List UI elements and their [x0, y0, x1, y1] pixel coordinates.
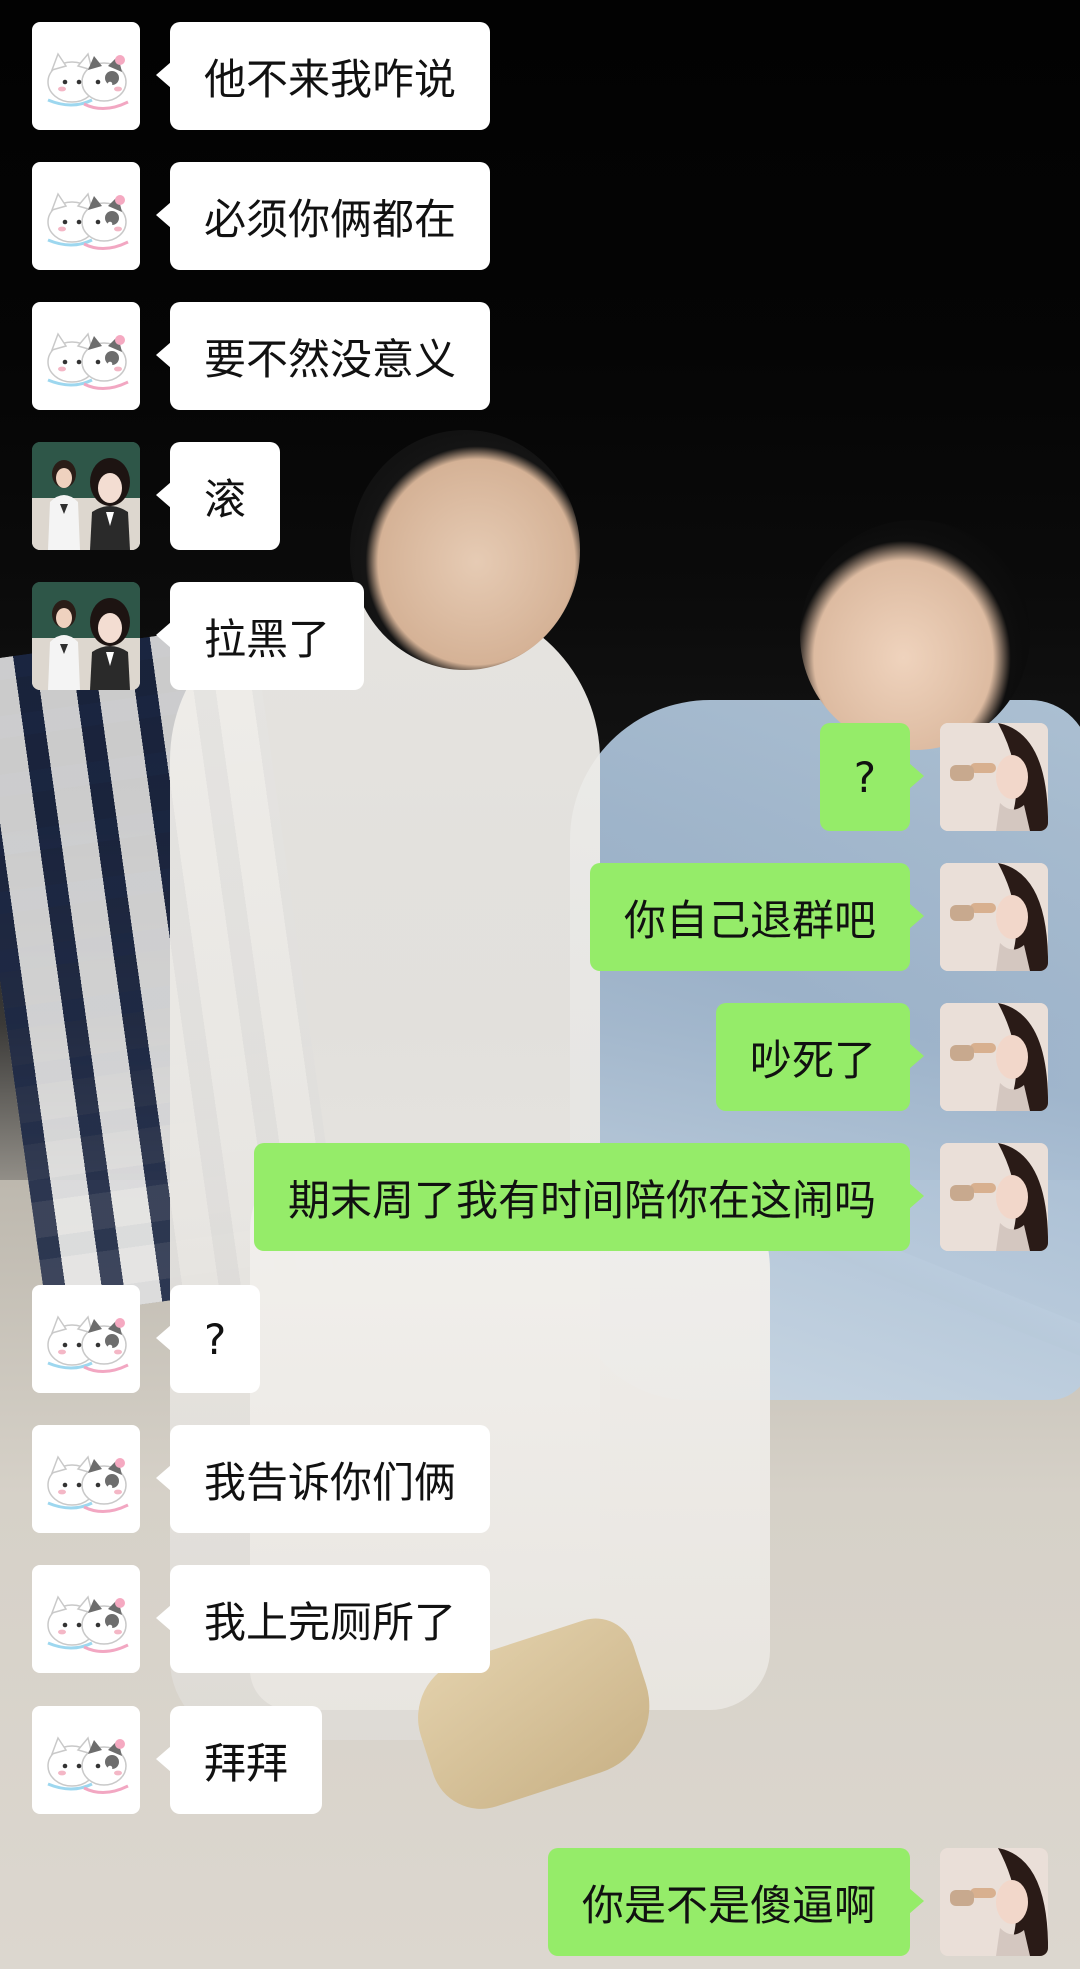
- message-row: 吵死了: [0, 1003, 1080, 1111]
- cat-sticker-avatar[interactable]: [32, 302, 140, 410]
- message-row: 要不然没意义: [0, 302, 1080, 410]
- message-row: 你自己退群吧: [0, 863, 1080, 971]
- self-avatar[interactable]: [940, 1848, 1048, 1956]
- message-row: 我上完厕所了: [0, 1565, 1080, 1673]
- two-girls-avatar[interactable]: [32, 582, 140, 690]
- cat-sticker-avatar[interactable]: [32, 1425, 140, 1533]
- incoming-message-bubble[interactable]: 必须你俩都在: [155, 162, 491, 270]
- self-avatar[interactable]: [940, 1003, 1048, 1111]
- cat-sticker-avatar[interactable]: [32, 1285, 140, 1393]
- incoming-message-bubble[interactable]: 滚: [155, 442, 281, 550]
- self-avatar[interactable]: [940, 863, 1048, 971]
- message-row: 必须你俩都在: [0, 162, 1080, 270]
- outgoing-message-bubble[interactable]: 你自己退群吧: [589, 863, 925, 971]
- self-avatar[interactable]: [940, 1143, 1048, 1251]
- message-row: 我告诉你们俩: [0, 1425, 1080, 1533]
- message-row: 拉黑了: [0, 582, 1080, 690]
- message-row: 你是不是傻逼啊: [0, 1848, 1080, 1956]
- incoming-message-bubble[interactable]: 拉黑了: [155, 582, 365, 690]
- message-row: 他不来我咋说: [0, 22, 1080, 130]
- outgoing-message-bubble[interactable]: 你是不是傻逼啊: [547, 1848, 925, 1956]
- incoming-message-bubble[interactable]: 我告诉你们俩: [155, 1425, 491, 1533]
- incoming-message-bubble[interactable]: 我上完厕所了: [155, 1565, 491, 1673]
- incoming-message-bubble[interactable]: ?: [155, 1285, 261, 1393]
- message-row: 期末周了我有时间陪你在这闹吗: [0, 1143, 1080, 1251]
- incoming-message-bubble[interactable]: 要不然没意义: [155, 302, 491, 410]
- message-row: ?: [0, 1285, 1080, 1393]
- message-row: ?: [0, 723, 1080, 831]
- message-row: 拜拜: [0, 1706, 1080, 1814]
- two-girls-avatar[interactable]: [32, 442, 140, 550]
- outgoing-message-bubble[interactable]: ?: [819, 723, 925, 831]
- self-avatar[interactable]: [940, 723, 1048, 831]
- cat-sticker-avatar[interactable]: [32, 1565, 140, 1673]
- cat-sticker-avatar[interactable]: [32, 22, 140, 130]
- message-row: 滚: [0, 442, 1080, 550]
- cat-sticker-avatar[interactable]: [32, 162, 140, 270]
- outgoing-message-bubble[interactable]: 吵死了: [715, 1003, 925, 1111]
- incoming-message-bubble[interactable]: 他不来我咋说: [155, 22, 491, 130]
- incoming-message-bubble[interactable]: 拜拜: [155, 1706, 323, 1814]
- outgoing-message-bubble[interactable]: 期末周了我有时间陪你在这闹吗: [253, 1143, 925, 1251]
- cat-sticker-avatar[interactable]: [32, 1706, 140, 1814]
- chat-message-list[interactable]: 他不来我咋说 必须你俩都在 要不然没意义 滚 拉黑了 ? 你自己退群吧 吵死了 …: [0, 0, 1080, 1969]
